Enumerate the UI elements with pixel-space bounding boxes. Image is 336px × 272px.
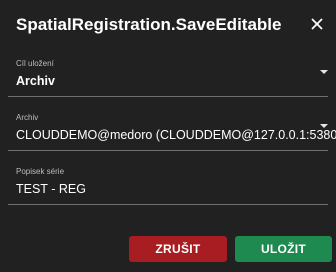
save-dialog: SpatialRegistration.SaveEditable Cíl ulo… xyxy=(0,0,336,272)
archive-value: CLOUDDEMO@medoro (CLOUDDEMO@127.0.0.1:53… xyxy=(16,128,336,142)
dialog-titlebar: SpatialRegistration.SaveEditable xyxy=(0,0,336,50)
archive-label: Archiv xyxy=(16,113,39,122)
series-label: Popisek série xyxy=(16,167,65,176)
series-label-input[interactable]: Popisek série TEST - REG xyxy=(8,165,328,205)
target-select[interactable]: Cíl uložení Archiv xyxy=(8,57,328,97)
cancel-button[interactable]: ZRUŠIT xyxy=(129,236,227,262)
dropdown-arrow-icon[interactable] xyxy=(320,70,328,74)
archive-select[interactable]: Archiv CLOUDDEMO@medoro (CLOUDDEMO@127.0… xyxy=(8,111,336,151)
close-icon xyxy=(311,18,323,30)
target-label: Cíl uložení xyxy=(16,59,54,68)
close-button[interactable] xyxy=(306,13,328,35)
target-value: Archiv xyxy=(16,74,55,88)
dropdown-arrow-icon[interactable] xyxy=(320,124,328,128)
save-button[interactable]: ULOŽIT xyxy=(235,236,332,262)
dialog-title: SpatialRegistration.SaveEditable xyxy=(16,15,282,34)
series-value[interactable]: TEST - REG xyxy=(16,182,86,196)
